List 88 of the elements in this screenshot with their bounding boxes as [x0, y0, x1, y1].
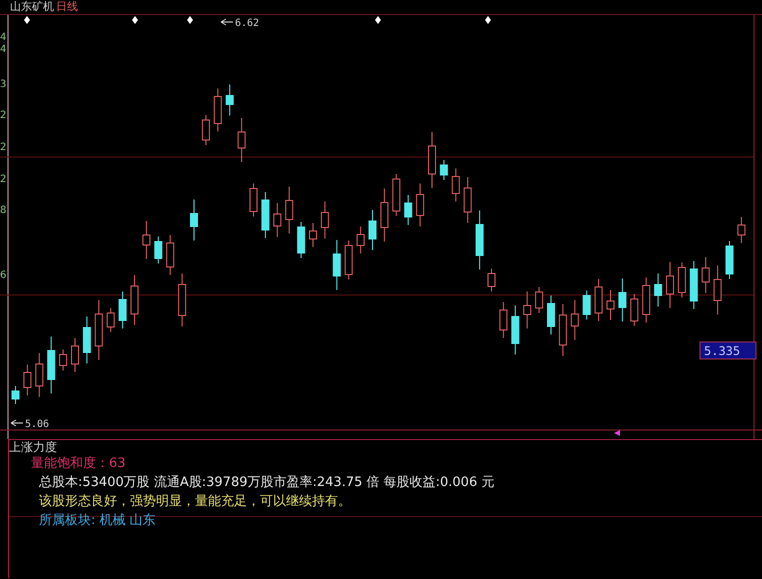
- candlestick: [190, 199, 198, 241]
- candlestick: [488, 268, 496, 292]
- candlestick: [582, 290, 591, 320]
- candlestick: [130, 274, 138, 326]
- candlestick: [678, 262, 686, 298]
- candlestick: [297, 222, 306, 258]
- candlestick: [642, 277, 650, 323]
- candlestick: [606, 290, 614, 320]
- candlestick: [452, 168, 460, 202]
- candlestick: [178, 273, 186, 327]
- candlestick: [166, 234, 174, 276]
- candlestick: [737, 216, 746, 244]
- candlestick: [726, 240, 734, 280]
- candlestick: [499, 302, 508, 338]
- candlestick: [714, 265, 722, 315]
- candlestick: [320, 201, 329, 239]
- axis-label: 8: [0, 205, 6, 216]
- candlestick: [594, 278, 603, 322]
- diamond-marker-icon: [24, 16, 30, 24]
- candlestick: [261, 192, 270, 238]
- candlestick: [344, 240, 353, 280]
- diamond-marker-icon: [132, 16, 138, 24]
- candlestick: [142, 220, 150, 260]
- candlestick: [356, 226, 365, 254]
- candlestick: [214, 88, 222, 132]
- candlestick: [23, 364, 32, 396]
- candlestick: [238, 118, 246, 162]
- candlestick: [416, 183, 424, 227]
- candlestick: [226, 84, 234, 116]
- candlestick: [118, 291, 127, 329]
- diamond-marker-icon: [485, 16, 491, 24]
- indicator-text: 所属板块: 机械 山东: [39, 512, 157, 530]
- arrow-icon: [10, 420, 24, 426]
- candlestick: [285, 186, 294, 234]
- axis-label: 2: [0, 174, 6, 185]
- candlestick: [12, 386, 20, 404]
- price-tag: 5.335: [700, 342, 756, 360]
- candlestick: [666, 262, 674, 308]
- stock-name: 山东矿机: [10, 0, 54, 14]
- diamond-marker-icon: [375, 16, 381, 24]
- candlestick: [82, 316, 91, 364]
- candlestick: [47, 336, 56, 394]
- candlestick: [202, 114, 210, 146]
- candlestick: [511, 305, 520, 355]
- candlestick: [309, 222, 317, 248]
- candlestick: [440, 160, 448, 180]
- candlestick: [428, 132, 436, 188]
- axis-label: 2: [0, 142, 6, 153]
- axis-label: 4: [0, 44, 6, 55]
- low-price-label: 5.06: [25, 419, 50, 430]
- candlestick: [368, 210, 376, 250]
- candlestick: [630, 294, 638, 326]
- candlestick: [702, 256, 710, 294]
- chart-period: 日线: [56, 0, 78, 14]
- candlestick: [154, 236, 162, 264]
- candlestick: [59, 349, 68, 371]
- candlestick: [404, 194, 412, 226]
- candlestick: [35, 352, 44, 398]
- candlestick: [380, 188, 388, 242]
- candlestick: [392, 174, 400, 216]
- candlestick: [690, 260, 698, 310]
- arrow-icon: [220, 18, 234, 26]
- diamond-marker-icon: [187, 16, 193, 24]
- candlestick: [618, 278, 626, 322]
- axis-label: 2: [0, 110, 6, 121]
- candlestick: [250, 183, 258, 217]
- indicator-title: 上涨力度: [9, 440, 58, 454]
- indicator-text: 量能饱和度：63: [31, 455, 127, 473]
- candlestick: [558, 304, 567, 356]
- triangle-marker-icon: [614, 430, 620, 436]
- candlestick: [547, 295, 555, 335]
- indicator-text: 总股本:53400万股 流通A股:39789万股市盈率:243.75 倍 每股收益:0.006 元: [39, 474, 496, 492]
- indicator-text: 该股形态良好，强势明显，量能充足，可以继续持有。: [39, 493, 352, 511]
- candlestick: [332, 240, 341, 290]
- candlestick: [535, 286, 544, 314]
- axis-label: 4: [0, 32, 6, 43]
- axis-label: 3: [0, 79, 6, 90]
- high-price-label: 6.62: [235, 18, 260, 29]
- candlestick: [71, 338, 79, 372]
- candlestick: [464, 176, 472, 224]
- candlestick: [570, 300, 579, 340]
- candlestick: [273, 202, 282, 238]
- candlestick: [523, 291, 532, 329]
- candlestick: [476, 210, 484, 270]
- candlestick: [94, 300, 103, 360]
- candlestick: [106, 308, 115, 332]
- axis-label: 6: [0, 270, 6, 281]
- candlestick: [654, 273, 662, 307]
